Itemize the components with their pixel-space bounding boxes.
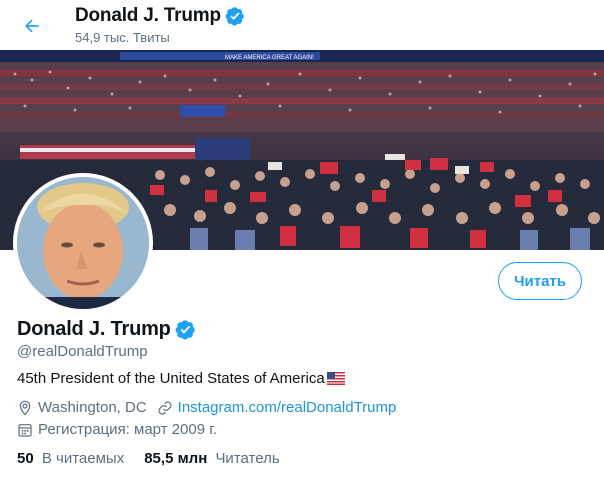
verified-badge-icon bbox=[225, 7, 244, 26]
profile-handle: @realDonaldTrump bbox=[17, 343, 148, 360]
follow-button[interactable]: Читать bbox=[498, 262, 582, 300]
link-icon bbox=[158, 400, 172, 415]
avatar[interactable] bbox=[13, 173, 153, 313]
followers-label: Читатель bbox=[215, 450, 280, 467]
location-text: Washington, DC bbox=[38, 399, 147, 416]
bio-text: 45th President of the United States of A… bbox=[17, 370, 325, 387]
following-count: 50 bbox=[17, 450, 34, 467]
arrow-left-icon bbox=[25, 19, 39, 33]
profile-header-bar: Donald J. Trump 54,9 тыс. Твиты bbox=[0, 0, 604, 50]
profile-meta-row: Washington, DC Instagram.com/realDonaldT… bbox=[17, 399, 406, 416]
followers-count: 85,5 млн bbox=[144, 450, 208, 467]
tweet-count: 54,9 тыс. Твиты bbox=[75, 30, 170, 45]
us-flag-icon bbox=[326, 372, 345, 385]
location-item: Washington, DC bbox=[17, 399, 147, 416]
header-title-row: Donald J. Trump bbox=[75, 5, 245, 27]
calendar-icon bbox=[18, 423, 32, 437]
back-button[interactable] bbox=[18, 12, 46, 40]
website-item[interactable]: Instagram.com/realDonaldTrump bbox=[157, 399, 397, 416]
banner-sign-text: MAKE AMERICA GREAT AGAIN! bbox=[225, 55, 314, 61]
followers-stat[interactable]: 85,5 млн Читатель bbox=[144, 450, 279, 467]
profile-stats: 50 В читаемых 85,5 млн Читатель bbox=[17, 450, 300, 467]
profile-name-row: Donald J. Trump bbox=[17, 318, 196, 341]
profile-name: Donald J. Trump bbox=[17, 318, 171, 340]
website-link[interactable]: Instagram.com/realDonaldTrump bbox=[178, 399, 397, 416]
profile-bio: 45th President of the United States of A… bbox=[17, 370, 345, 387]
profile-joined-row: Регистрация: март 2009 г. bbox=[17, 421, 217, 438]
avatar-photo bbox=[17, 177, 149, 309]
following-stat[interactable]: 50 В читаемых bbox=[17, 450, 124, 467]
verified-badge-icon bbox=[175, 320, 195, 340]
following-label: В читаемых bbox=[41, 450, 125, 467]
location-pin-icon bbox=[19, 400, 31, 416]
joined-text: Регистрация: март 2009 г. bbox=[38, 421, 218, 438]
header-name: Donald J. Trump bbox=[75, 5, 221, 26]
